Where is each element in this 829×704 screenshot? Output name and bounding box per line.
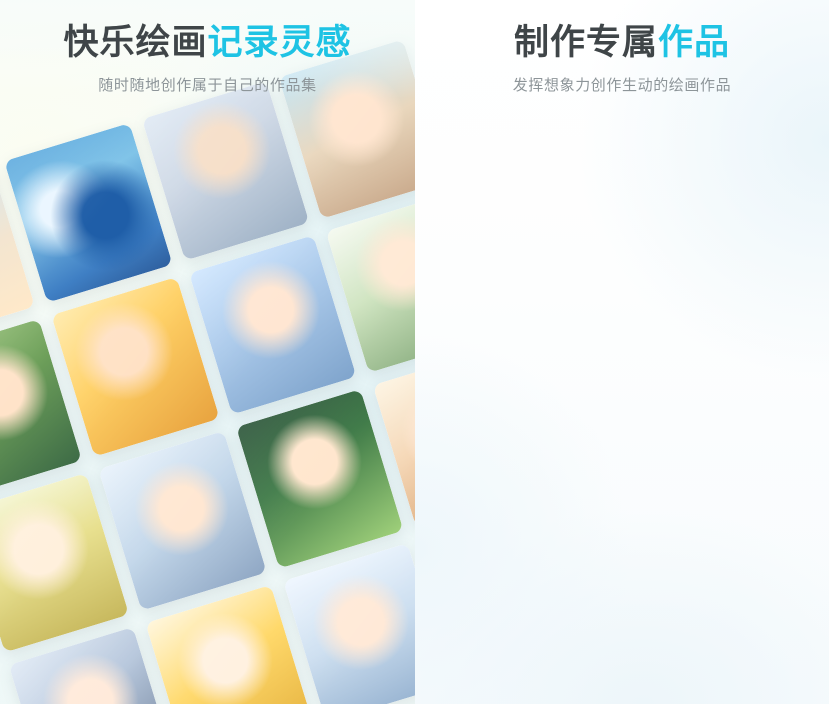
left-heading-block: 快乐绘画记录灵感 随时随地创作属于自己的作品集: [0, 0, 415, 95]
right-promo-panel: 制作专属作品 发挥想象力创作生动的绘画作品 9:41: [415, 0, 829, 704]
artwork-thumb-7: [188, 235, 357, 415]
collage-card[interactable]: [141, 81, 310, 261]
artwork-thumb-3: [141, 81, 310, 261]
artwork-thumb-10: [98, 431, 267, 611]
left-headline-main: 快乐绘画: [63, 23, 208, 62]
collage-card[interactable]: [235, 389, 404, 569]
collage-card[interactable]: [4, 123, 173, 303]
left-promo-panel: 快乐绘画记录灵感 随时随地创作属于自己的作品集: [0, 0, 415, 704]
left-headline: 快乐绘画记录灵感: [0, 22, 415, 63]
artwork-thumb-2: [4, 123, 173, 303]
right-subline: 发挥想象力创作生动的绘画作品: [512, 77, 732, 95]
collage-card[interactable]: [51, 277, 220, 457]
left-subline: 随时随地创作属于自己的作品集: [98, 77, 317, 95]
artwork-thumb-6: [51, 277, 220, 457]
artwork-collage: [0, 39, 415, 704]
collage-card[interactable]: [282, 543, 415, 704]
collage-card[interactable]: [98, 431, 267, 611]
right-headline-accent: 作品: [658, 23, 731, 62]
collage-card[interactable]: [188, 235, 357, 415]
artwork-thumb-11: [235, 389, 404, 569]
right-headline-main: 制作专属: [513, 23, 658, 62]
right-heading-block: 制作专属作品 发挥想象力创作生动的绘画作品: [415, 0, 829, 95]
artwork-thumb-15: [282, 543, 415, 704]
left-headline-accent: 记录灵感: [207, 23, 352, 62]
right-headline: 制作专属作品: [415, 22, 829, 63]
screenshot-root: 快乐绘画记录灵感 随时随地创作属于自己的作品集 制作专属作品 发挥想象力创作生动…: [0, 0, 829, 704]
